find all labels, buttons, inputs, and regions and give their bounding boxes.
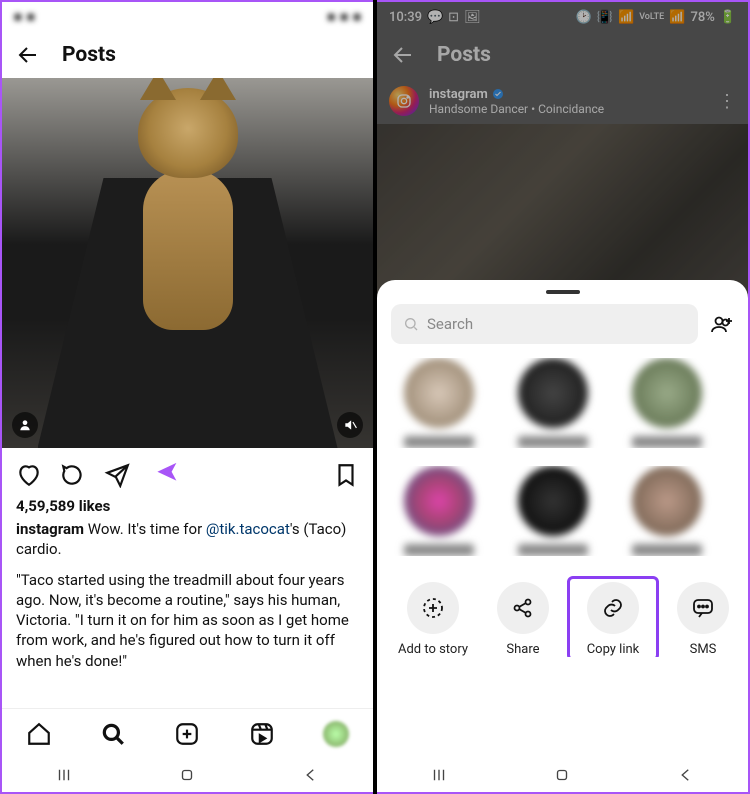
status-bar: ■■ ■■■ xyxy=(2,2,373,32)
save-button[interactable] xyxy=(333,462,359,488)
contact-item[interactable] xyxy=(505,466,601,556)
right-screenshot: 10:39 💬 ⊡ 🖼 🕑 📳 📶 VoLTE 📶 78% 🔋 Posts xyxy=(377,0,750,794)
status-signal-icon: 📶 xyxy=(669,10,685,25)
status-battery: 78% xyxy=(690,10,714,25)
share-sms[interactable]: SMS xyxy=(661,582,734,657)
status-cloud-icon: ⊡ xyxy=(448,10,459,25)
post-actions: ➤ xyxy=(2,448,373,497)
status-bar: 10:39 💬 ⊡ 🖼 🕑 📳 📶 VoLTE 📶 78% 🔋 xyxy=(377,2,748,32)
share-button[interactable] xyxy=(104,462,130,488)
status-notif-icon: 💬 xyxy=(427,10,443,25)
tab-reels[interactable] xyxy=(249,721,275,747)
post-audio-label[interactable]: Handsome Dancer • Coincidance xyxy=(429,102,604,116)
post-media[interactable] xyxy=(2,78,373,448)
status-battery-icon: 🔋 xyxy=(720,10,736,25)
post-header: instagram Handsome Dancer • Coincidance … xyxy=(377,78,748,124)
system-nav xyxy=(377,758,748,792)
annotation-arrow: ➤ xyxy=(156,456,179,489)
share-sheet: Search Add to story Share xyxy=(377,280,748,758)
status-wifi-icon: 📶 xyxy=(618,10,634,25)
sys-back[interactable] xyxy=(302,766,320,784)
contact-item[interactable] xyxy=(619,466,715,556)
status-lte-icon: VoLTE xyxy=(639,12,664,22)
link-icon xyxy=(601,596,625,620)
status-vibrate-icon: 📳 xyxy=(597,10,613,25)
likes-count[interactable]: 4,59,589 likes xyxy=(2,497,373,519)
tab-search[interactable] xyxy=(100,721,126,747)
caption-username[interactable]: instagram xyxy=(16,520,84,538)
contacts-row-2 xyxy=(391,466,734,556)
contact-item[interactable] xyxy=(391,358,487,448)
post-more-icon[interactable]: ⋮ xyxy=(718,91,736,112)
contact-item[interactable] xyxy=(619,358,715,448)
mute-icon[interactable] xyxy=(337,412,363,438)
caption-body: "Taco started using the treadmill about … xyxy=(16,570,359,671)
verified-icon xyxy=(492,88,504,100)
post-caption: instagram Wow. It's time for @tik.tacoca… xyxy=(2,519,373,681)
status-time: 10:39 xyxy=(389,10,422,25)
tab-home[interactable] xyxy=(26,721,52,747)
sms-icon xyxy=(691,596,715,620)
sys-home[interactable] xyxy=(553,766,571,784)
sys-recents[interactable] xyxy=(430,766,448,784)
tab-create[interactable] xyxy=(174,721,200,747)
share-add-to-story[interactable]: Add to story xyxy=(391,582,475,657)
back-button[interactable] xyxy=(16,43,40,67)
status-media-icon: 🖼 xyxy=(464,10,481,25)
header: Posts xyxy=(2,32,373,78)
search-input[interactable]: Search xyxy=(391,304,698,344)
sys-home[interactable] xyxy=(178,766,196,784)
tagged-people-icon[interactable] xyxy=(12,412,38,438)
status-alarm-icon: 🕑 xyxy=(576,10,592,25)
add-to-story-icon xyxy=(421,596,445,620)
page-title: Posts xyxy=(62,43,116,67)
share-generic[interactable]: Share xyxy=(481,582,565,657)
left-screenshot: ■■ ■■■ Posts xyxy=(0,0,373,794)
share-icon xyxy=(511,596,535,620)
comment-button[interactable] xyxy=(60,462,86,488)
share-options-row: Add to story Share Copy link SMS Me xyxy=(391,570,734,657)
contact-item[interactable] xyxy=(391,466,487,556)
search-icon xyxy=(403,316,419,332)
sys-recents[interactable] xyxy=(55,766,73,784)
instagram-logo-icon[interactable] xyxy=(389,86,419,116)
share-copy-link[interactable]: Copy link xyxy=(571,582,655,657)
search-placeholder: Search xyxy=(427,315,473,333)
caption-mention[interactable]: @tik.tacocat xyxy=(206,520,290,538)
post-username[interactable]: instagram xyxy=(429,87,604,102)
like-button[interactable] xyxy=(16,462,42,488)
contacts-row-1 xyxy=(391,358,734,448)
add-group-button[interactable] xyxy=(710,312,734,336)
system-nav xyxy=(2,758,373,792)
back-button[interactable] xyxy=(391,43,415,67)
contact-item[interactable] xyxy=(505,358,601,448)
sheet-grabber[interactable] xyxy=(546,290,580,294)
tab-profile[interactable] xyxy=(323,721,349,747)
header: Posts xyxy=(377,32,748,78)
page-title: Posts xyxy=(437,43,491,67)
bottom-tabs xyxy=(2,708,373,758)
sys-back[interactable] xyxy=(677,766,695,784)
